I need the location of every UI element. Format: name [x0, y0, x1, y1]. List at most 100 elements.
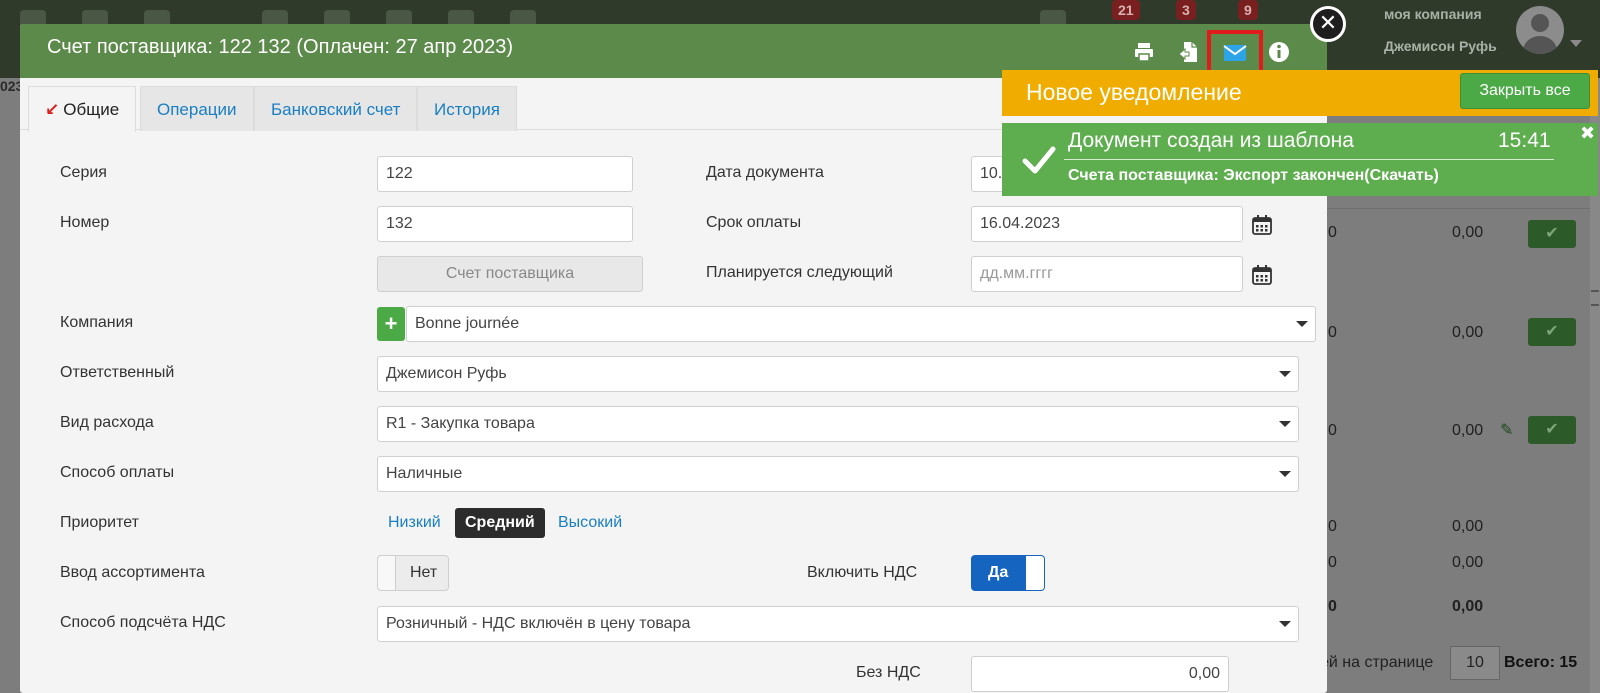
modal-title: Счет поставщика: 122 132 (Оплачен: 27 ап… — [47, 36, 514, 58]
number-input[interactable]: 132 — [377, 206, 633, 242]
bg-cell: 0 — [1328, 224, 1337, 241]
toggle-knob — [1026, 556, 1044, 590]
send-email-button[interactable] — [1207, 30, 1263, 74]
print-icon[interactable] — [1132, 40, 1156, 64]
payment-method-value: Наличные — [386, 465, 463, 482]
next-planned-input[interactable]: дд.мм.гггг — [971, 256, 1243, 292]
calendar-icon[interactable] — [1251, 214, 1273, 236]
info-icon[interactable] — [1267, 40, 1291, 64]
toast-title: Документ создан из шаблона — [1068, 129, 1354, 152]
doc-date-label: Дата документа — [706, 164, 824, 181]
bg-cell: 0,00 — [1452, 422, 1484, 439]
vat-method-select[interactable]: Розничный - НДС включён в цену товара — [377, 606, 1299, 642]
alert-count-badge: 9 — [1238, 0, 1258, 20]
vat-method-value: Розничный - НДС включён в цену товара — [386, 615, 691, 632]
priority-low[interactable]: Низкий — [388, 508, 441, 538]
paperclip-icon[interactable]: ✎ — [1500, 420, 1513, 440]
scrollbar-grip[interactable] — [1591, 290, 1599, 306]
company-select[interactable]: Bonne journée — [406, 306, 1316, 342]
tab-label: Банковский счет — [271, 100, 401, 119]
responsible-label: Ответственный — [60, 364, 175, 381]
total-count: Всего: 15 — [1504, 654, 1578, 671]
close-icon[interactable]: ✖ — [1580, 123, 1595, 144]
priority-medium[interactable]: Средний — [455, 508, 545, 538]
bg-cell: 0 — [1328, 422, 1337, 439]
arrow-down-left-icon: ↙ — [45, 100, 60, 119]
no-vat-input[interactable]: 0,00 — [971, 656, 1229, 692]
per-page-label: ей на странице — [1320, 654, 1434, 671]
priority-high[interactable]: Высокий — [558, 508, 622, 538]
vat-method-label: Способ подсчёта НДС — [60, 614, 226, 631]
envelope-icon — [1223, 45, 1247, 61]
bg-cell: 0 — [1328, 324, 1337, 341]
series-label: Серия — [60, 164, 107, 181]
vat-include-toggle[interactable]: Да — [971, 555, 1045, 591]
tab-bank-account[interactable]: Банковский счет — [254, 86, 418, 131]
bg-cell: 0 — [1328, 518, 1337, 535]
bg-cell: 0 — [1328, 554, 1337, 571]
due-date-label: Срок оплаты — [706, 214, 802, 231]
task-count-badge: 3 — [1176, 0, 1196, 20]
expense-type-value: R1 - Закупка товара — [386, 415, 535, 432]
avatar[interactable] — [1516, 6, 1564, 54]
chevron-down-icon[interactable] — [1272, 457, 1298, 491]
toggle-knob — [378, 556, 396, 590]
bg-cell: 0 — [1328, 598, 1337, 615]
doc-type-button[interactable]: Счет поставщика — [377, 256, 643, 292]
notification-header: Новое уведомление Закрыть все — [1002, 70, 1598, 116]
toast-body-link[interactable]: Счета поставщика: Экспорт закончен(Скача… — [1068, 167, 1439, 185]
table-row — [1300, 208, 1600, 209]
assortment-label: Ввод ассортимента — [60, 564, 205, 581]
chevron-down-icon[interactable] — [1272, 357, 1298, 391]
checkmark-icon — [1022, 146, 1056, 174]
due-date-input[interactable]: 16.04.2023 — [971, 206, 1243, 242]
calendar-icon[interactable] — [1251, 264, 1273, 286]
add-company-button[interactable]: + — [377, 307, 405, 341]
tab-history[interactable]: История — [417, 86, 517, 131]
toast-time: 15:41 — [1498, 129, 1551, 152]
close-all-button[interactable]: Закрыть все — [1460, 73, 1590, 109]
company-label: Компания — [60, 314, 134, 331]
chevron-down-icon[interactable] — [1272, 407, 1298, 441]
tab-label: История — [434, 100, 500, 119]
per-page-input[interactable]: 10 — [1450, 646, 1500, 680]
approve-button[interactable]: ✔ — [1528, 220, 1576, 248]
pdf-export-icon[interactable] — [1177, 40, 1201, 64]
bg-cell: 0,00 — [1452, 324, 1484, 341]
approve-button[interactable]: ✔ — [1528, 416, 1576, 444]
vat-include-label: Включить НДС — [807, 564, 918, 581]
company-name[interactable]: моя компания — [1384, 6, 1482, 22]
tab-label: Общие — [63, 100, 120, 119]
close-modal-button[interactable]: ✕ — [1310, 6, 1346, 42]
tab-operations[interactable]: Операции — [140, 86, 254, 131]
notification-title: Новое уведомление — [1026, 79, 1242, 105]
company-value: Bonne journée — [415, 315, 520, 332]
priority-label: Приоритет — [60, 514, 139, 531]
responsible-value: Джемисон Руфь — [386, 365, 507, 382]
chevron-down-icon[interactable] — [1570, 40, 1582, 47]
payment-method-select[interactable]: Наличные — [377, 456, 1299, 492]
assortment-toggle[interactable]: Нет — [377, 555, 449, 591]
assortment-toggle-label: Нет — [410, 564, 438, 581]
vat-include-toggle-label: Да — [988, 564, 1009, 581]
series-input[interactable]: 122 — [377, 156, 633, 192]
bg-cell: 0,00 — [1452, 554, 1484, 571]
bg-cell: 0,00 — [1452, 518, 1484, 535]
notification-toast[interactable]: Документ создан из шаблона 15:41 ✖ Счета… — [1002, 123, 1598, 196]
expense-type-select[interactable]: R1 - Закупка товара — [377, 406, 1299, 442]
mail-count-badge: 21 — [1112, 0, 1140, 20]
payment-method-label: Способ оплаты — [60, 464, 175, 481]
responsible-select[interactable]: Джемисон Руфь — [377, 356, 1299, 392]
tab-label: Операции — [157, 100, 237, 119]
user-name[interactable]: Джемисон Руфь — [1384, 38, 1497, 54]
bg-total-cell: 0,00 — [1452, 598, 1484, 615]
toast-divider — [1064, 159, 1554, 160]
number-label: Номер — [60, 214, 110, 231]
tab-general[interactable]: ↙ Общие — [28, 86, 137, 132]
approve-button[interactable]: ✔ — [1528, 318, 1576, 346]
chevron-down-icon[interactable] — [1289, 307, 1315, 341]
no-vat-label: Без НДС — [856, 664, 921, 681]
next-planned-label: Планируется следующий — [706, 264, 893, 281]
expense-type-label: Вид расхода — [60, 414, 154, 431]
chevron-down-icon[interactable] — [1272, 607, 1298, 641]
